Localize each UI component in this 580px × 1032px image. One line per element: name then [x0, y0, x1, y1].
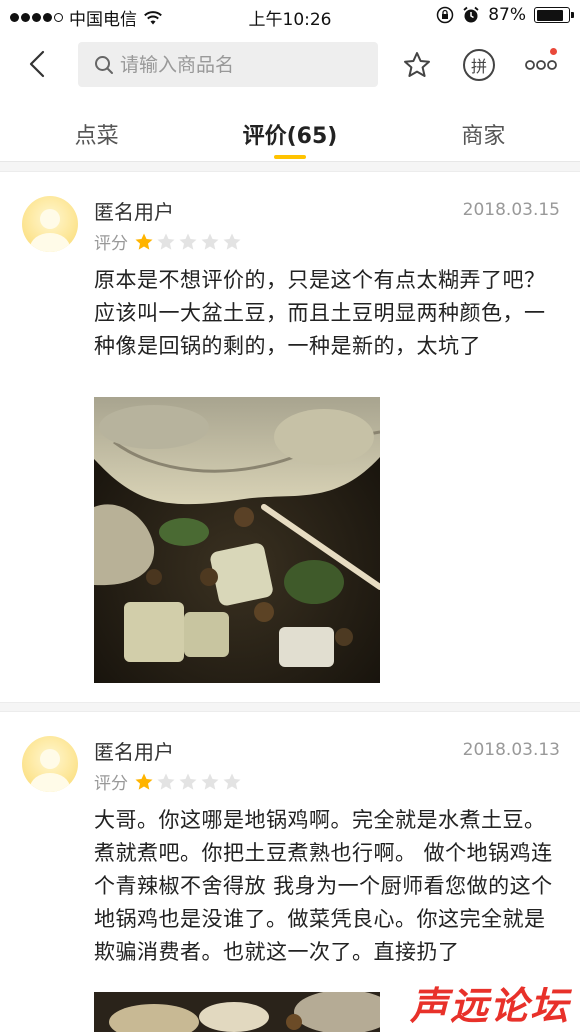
tab-order[interactable]: 点菜 — [0, 98, 193, 161]
tab-merchant-label: 商家 — [461, 124, 506, 149]
tab-merchant[interactable]: 商家 — [387, 98, 580, 161]
review-text: 大哥。你这哪是地锅鸡啊。完全就是水煮土豆。煮就煮吧。你把土豆煮熟也行啊。 做个地… — [94, 808, 553, 964]
review-date: 2018.03.13 — [462, 740, 560, 760]
review-photo[interactable] — [94, 397, 380, 683]
active-tab-indicator — [273, 155, 306, 159]
review-text: 原本是不想评价的，只是这个有点太糊弄了吧？应该叫一大盆土豆，而且土豆明显两种颜色… — [94, 268, 546, 358]
star-rating — [134, 232, 242, 252]
group-buy-icon: 拼 — [463, 49, 495, 81]
star-empty-icon — [223, 773, 241, 790]
orientation-lock-icon — [436, 6, 454, 24]
nav-bar: 拼 — [0, 32, 580, 98]
review-divider — [0, 702, 580, 712]
status-bar: 中国电信 上午10:26 87% — [0, 0, 580, 32]
back-button[interactable] — [20, 46, 56, 82]
review-photo[interactable] — [94, 992, 380, 1032]
more-icon — [525, 60, 557, 70]
favorite-button[interactable] — [399, 47, 435, 83]
tab-reviews-label: 评价(65) — [242, 124, 338, 149]
star-filled-icon — [135, 233, 153, 250]
alarm-icon — [463, 6, 479, 23]
rating-label: 评分 — [94, 774, 128, 794]
rating-row: 评分 — [94, 229, 242, 254]
section-gap — [0, 162, 580, 172]
star-empty-icon — [201, 773, 219, 790]
review-date: 2018.03.15 — [462, 200, 560, 220]
search-input[interactable] — [120, 53, 360, 76]
rating-row: 评分 — [94, 769, 242, 794]
review-username: 匿名用户 — [94, 740, 174, 764]
group-buy-label: 拼 — [470, 57, 487, 76]
review-username: 匿名用户 — [94, 200, 174, 224]
food-photo-image — [94, 992, 380, 1032]
star-empty-icon — [157, 233, 175, 250]
battery-level — [536, 9, 564, 21]
star-outline-icon — [404, 52, 430, 77]
tab-reviews[interactable]: 评价(65) — [193, 98, 386, 161]
star-filled-icon — [135, 773, 153, 790]
star-rating — [134, 772, 242, 792]
tab-order-label: 点菜 — [74, 124, 119, 149]
more-button[interactable] — [523, 47, 559, 83]
battery-percent: 87% — [488, 5, 526, 25]
search-box[interactable] — [78, 42, 378, 87]
star-empty-icon — [223, 233, 241, 250]
notification-dot — [550, 48, 557, 55]
user-avatar — [22, 736, 78, 792]
chevron-left-icon — [29, 50, 45, 78]
battery-icon — [534, 7, 574, 23]
group-buy-button[interactable]: 拼 — [461, 47, 497, 83]
status-right: 87% — [436, 5, 574, 25]
tab-bar: 点菜 评价(65) 商家 — [0, 98, 580, 162]
star-empty-icon — [179, 233, 197, 250]
star-empty-icon — [157, 773, 175, 790]
watermark-logo: 声远论坛 — [409, 984, 570, 1028]
star-empty-icon — [179, 773, 197, 790]
review-item: 匿名用户 2018.03.15 评分 原本是不想评价的，只是这个有点太糊弄了吧？… — [0, 172, 580, 702]
search-icon — [95, 55, 113, 74]
food-photo-image — [94, 397, 380, 683]
star-empty-icon — [201, 233, 219, 250]
user-avatar — [22, 196, 78, 252]
rating-label: 评分 — [94, 234, 128, 254]
